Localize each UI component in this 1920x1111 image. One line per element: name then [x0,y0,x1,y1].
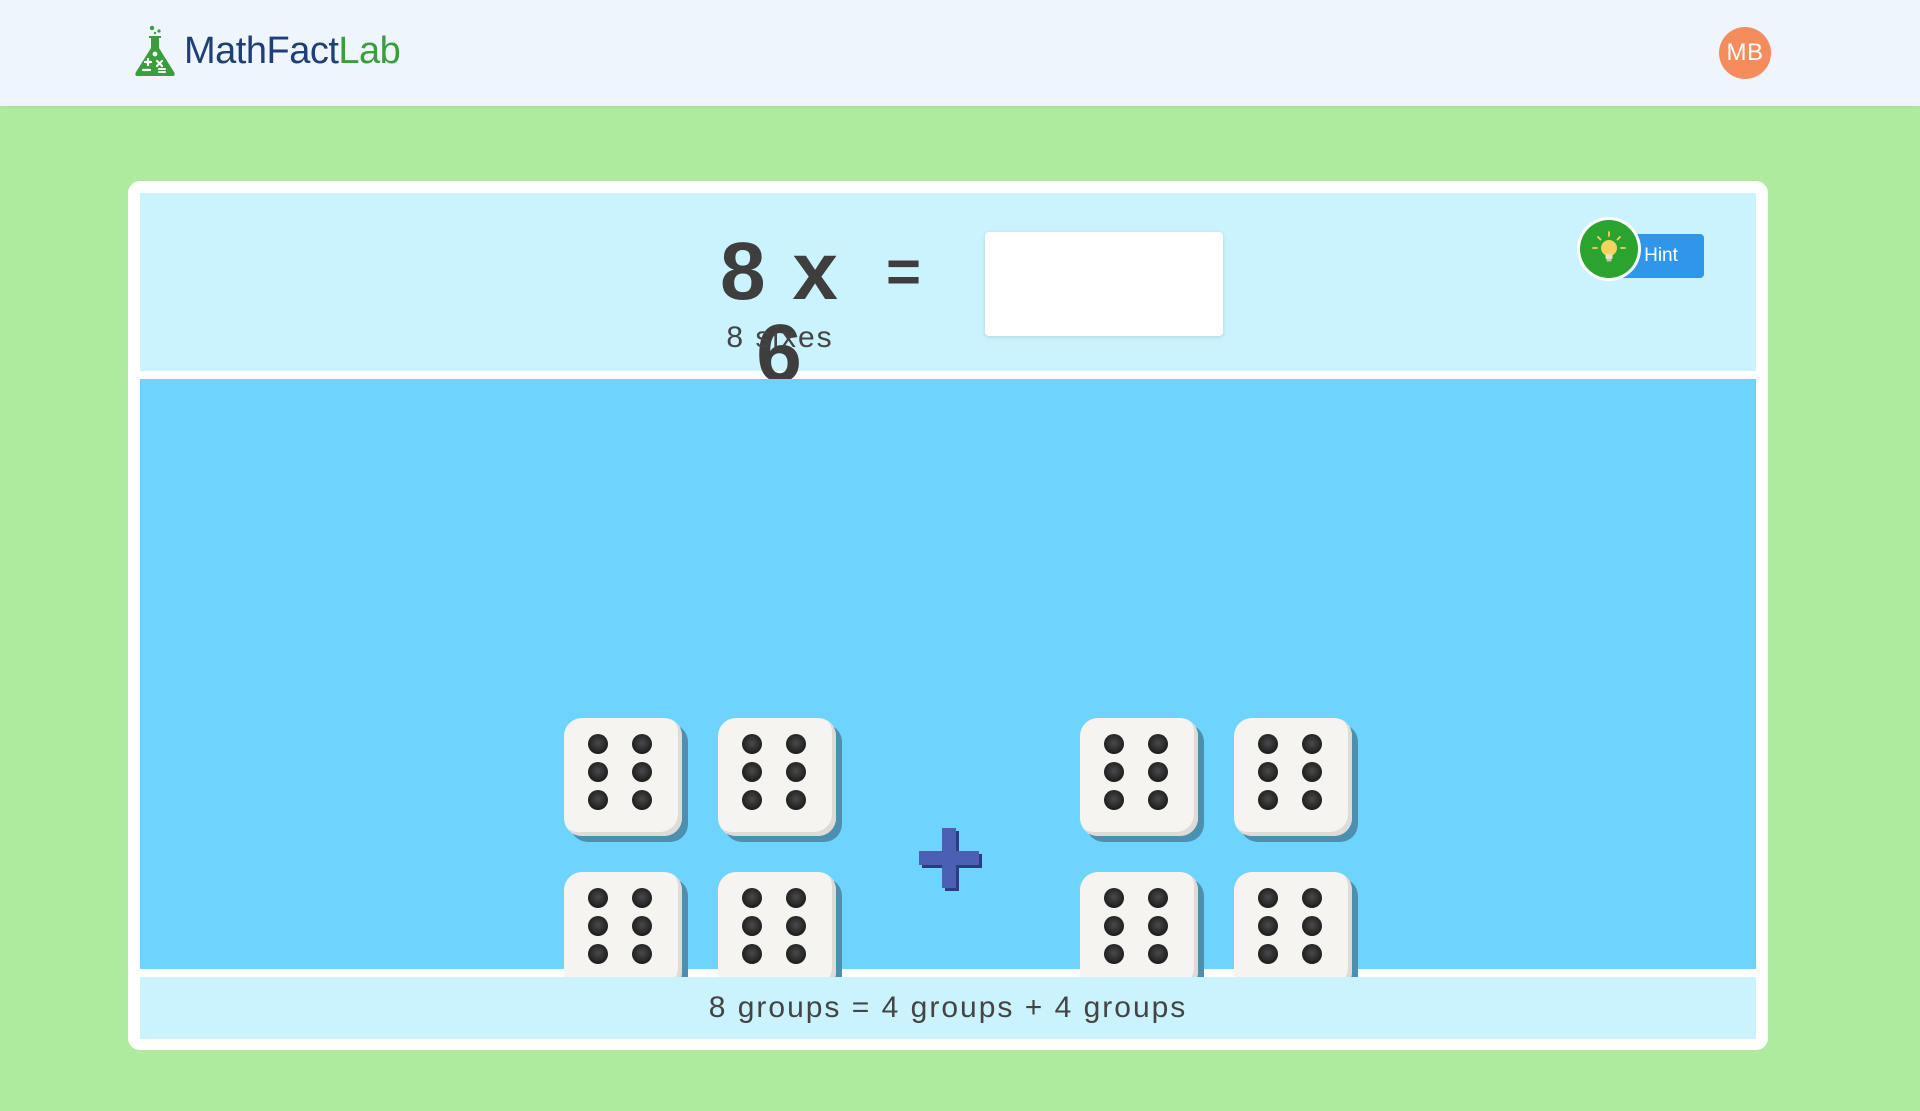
die-pip [742,734,762,754]
die-pip [786,762,806,782]
user-avatar[interactable]: MB [1719,27,1771,79]
die-pip [1104,762,1124,782]
die-pip [1148,790,1168,810]
die-six [1080,872,1198,990]
logo[interactable]: MathFactLab [132,24,401,78]
die-pip [742,916,762,936]
hint-button[interactable]: Hint [1580,220,1725,278]
die-pip [1302,916,1322,936]
die-six [1234,718,1352,836]
die-pip [1104,888,1124,908]
die-pip [1148,888,1168,908]
die-pip [742,944,762,964]
die-pip [1258,734,1278,754]
die-pip [588,888,608,908]
die-pip [1104,790,1124,810]
die-pip [786,944,806,964]
top-bar: MathFactLab MB [0,0,1920,106]
practice-card: 8 x 6 8 sixes = Hint 8 groups = 4 groups… [128,181,1768,1050]
problem-panel: 8 x 6 8 sixes = Hint [140,193,1756,395]
die-pip [632,916,652,936]
die-pip [1148,762,1168,782]
die-six [718,718,836,836]
flask-icon [135,25,175,76]
die-pip [1302,790,1322,810]
die-six [564,718,682,836]
die-pip [1258,790,1278,810]
die-pip [588,944,608,964]
die-pip [588,790,608,810]
die-six [564,872,682,990]
die-six [718,872,836,990]
logo-text-main: MathFact [184,29,339,72]
problem-expression: 8 x 6 [720,226,840,399]
die-pip [1302,944,1322,964]
die-pip [1258,762,1278,782]
die-pip [1302,734,1322,754]
die-pip [786,734,806,754]
die-pip [1258,944,1278,964]
die-pip [632,790,652,810]
die-pip [1148,734,1168,754]
die-pip [1258,888,1278,908]
die-pip [742,762,762,782]
die-pip [632,888,652,908]
logo-text-accent: Lab [338,29,401,72]
die-pip [786,888,806,908]
array-model-panel [140,379,1756,990]
die-pip [1258,916,1278,936]
die-six [1234,872,1352,990]
die-pip [588,762,608,782]
die-pip [1302,762,1322,782]
die-pip [1104,944,1124,964]
die-pip [632,944,652,964]
equals-sign: = [886,238,922,305]
die-six [1080,718,1198,836]
logo-text: MathFactLab [184,29,401,73]
die-pip [632,762,652,782]
die-pip [1104,916,1124,936]
die-pip [786,790,806,810]
lightbulb-icon [1580,220,1638,278]
die-pip [786,916,806,936]
die-pip [742,790,762,810]
die-pip [1302,888,1322,908]
die-pip [588,734,608,754]
die-pip [1148,916,1168,936]
die-pip [742,888,762,908]
plus-icon [919,828,982,891]
die-pip [1104,734,1124,754]
answer-input[interactable] [985,232,1223,336]
decomposition-statement: 8 groups = 4 groups + 4 groups [140,977,1756,1039]
die-pip [1148,944,1168,964]
die-pip [588,916,608,936]
problem-subtitle: 8 sixes [726,321,834,354]
die-pip [632,734,652,754]
